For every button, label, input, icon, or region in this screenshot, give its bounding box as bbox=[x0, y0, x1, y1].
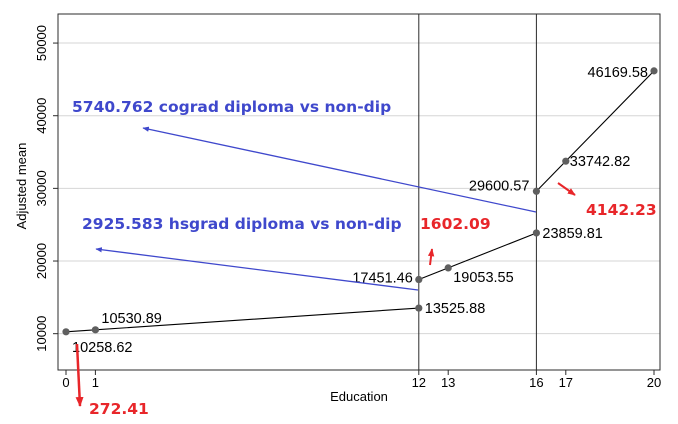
y-tick-label: 10000 bbox=[34, 316, 49, 352]
chart: 0 1 12 13 16 17 20 10000 20000 30000 40000 50000 1… bbox=[14, 13, 661, 418]
arrow-1602 bbox=[427, 248, 435, 266]
y-tick-label: 20000 bbox=[34, 243, 49, 279]
data-point bbox=[650, 67, 658, 75]
annotation-hsgrad: 2925.583 hsgrad diploma vs non-dip bbox=[82, 215, 402, 233]
series-line bbox=[536, 70, 655, 192]
x-tick-label: 1 bbox=[92, 375, 99, 390]
x-tick-label: 13 bbox=[441, 375, 455, 390]
data-label: 17451.46 bbox=[352, 271, 412, 287]
annotation-272: 272.41 bbox=[89, 400, 149, 418]
data-point bbox=[62, 328, 70, 336]
annotation-4142: 4142.23 bbox=[586, 201, 657, 219]
data-label: 10530.89 bbox=[101, 311, 161, 327]
data-label: 19053.55 bbox=[453, 270, 513, 286]
data-point bbox=[415, 304, 423, 312]
data-label: 29600.57 bbox=[469, 178, 529, 194]
data-point bbox=[532, 229, 541, 237]
x-tick-label: 16 bbox=[529, 375, 543, 390]
data-point bbox=[415, 275, 423, 284]
x-axis: 0 1 12 13 16 17 20 bbox=[62, 370, 661, 390]
data-point bbox=[91, 326, 99, 334]
data-label: 23859.81 bbox=[542, 226, 602, 242]
y-axis: 10000 20000 30000 40000 50000 bbox=[34, 25, 58, 352]
y-axis-title: Adjusted mean bbox=[14, 143, 29, 230]
x-tick-label: 17 bbox=[559, 375, 573, 390]
y-tick-label: 30000 bbox=[34, 170, 49, 206]
y-tick-label: 50000 bbox=[34, 25, 49, 61]
arrow-4142 bbox=[557, 182, 576, 196]
arrow-cograd bbox=[142, 126, 537, 213]
x-tick-label: 0 bbox=[62, 375, 69, 390]
x-tick-label: 12 bbox=[412, 375, 426, 390]
annotation-cograd: 5740.762 cograd diploma vs non-dip bbox=[72, 98, 391, 116]
data-label: 46169.58 bbox=[588, 65, 648, 81]
x-tick-label: 20 bbox=[647, 375, 661, 390]
annotation-1602: 1602.09 bbox=[420, 215, 491, 233]
arrow-hsgrad bbox=[95, 247, 419, 291]
gridlines bbox=[58, 42, 660, 335]
data-label: 13525.88 bbox=[425, 301, 485, 317]
x-axis-title: Education bbox=[330, 389, 388, 404]
annotation-arrows bbox=[75, 126, 576, 407]
data-point bbox=[444, 264, 452, 272]
data-label: 33742.82 bbox=[570, 154, 630, 170]
data-point bbox=[562, 157, 570, 165]
data-point bbox=[532, 187, 541, 195]
data-label: 10258.62 bbox=[72, 340, 132, 356]
y-tick-label: 40000 bbox=[34, 98, 49, 134]
